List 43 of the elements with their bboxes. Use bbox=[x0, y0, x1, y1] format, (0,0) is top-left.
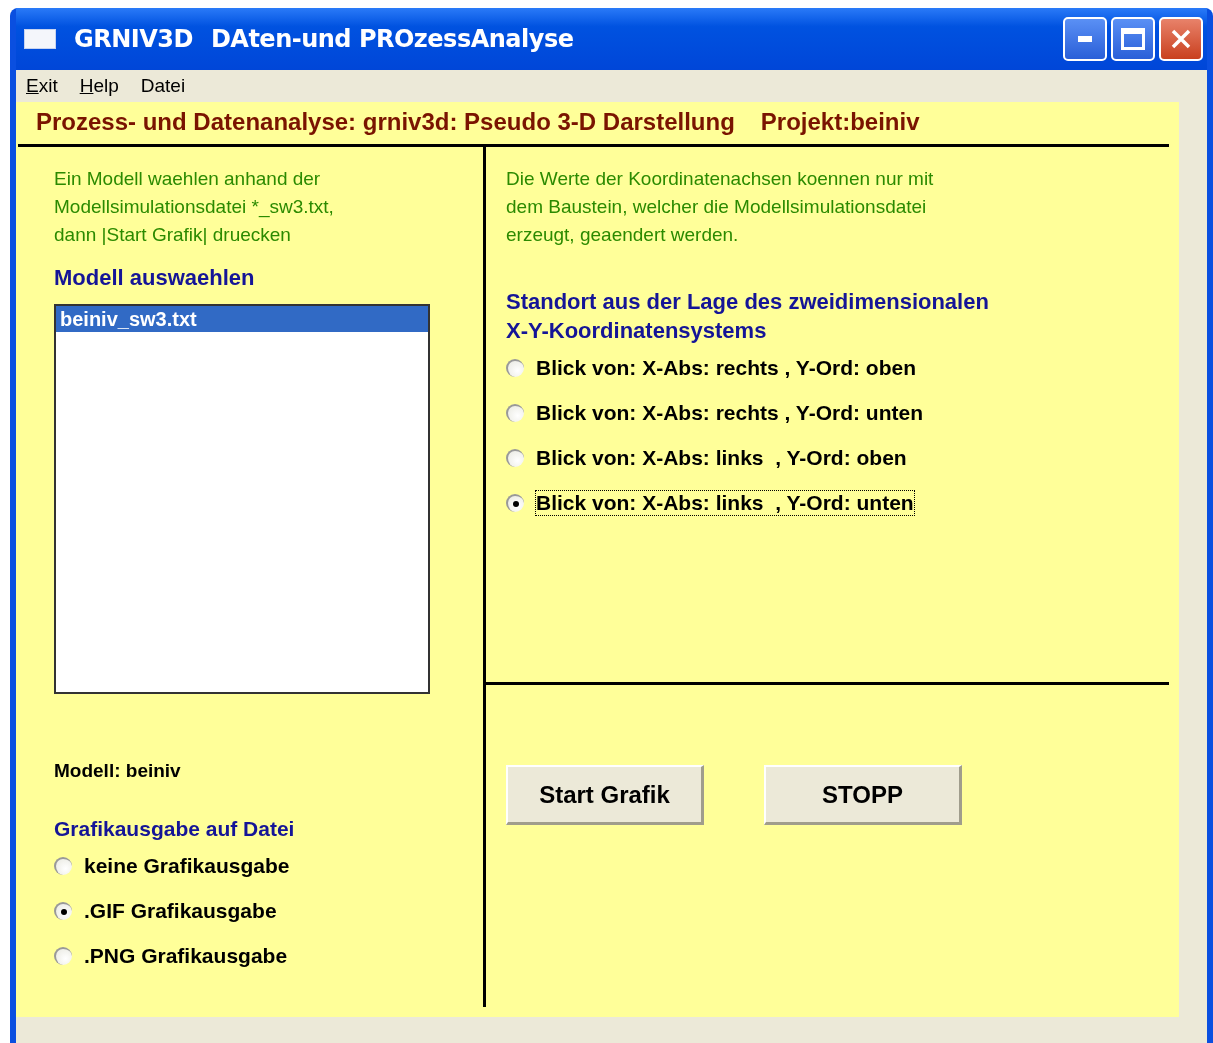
section-heading: Modell auswaehlen bbox=[54, 264, 256, 292]
app-icon bbox=[24, 29, 56, 49]
section-heading: Grafikausgabe auf Datei bbox=[54, 816, 296, 842]
radio-label[interactable]: .PNG Grafikausgabe bbox=[84, 943, 288, 968]
radio-label[interactable]: Blick von: X-Abs: rechts , Y-Ord: unten bbox=[536, 400, 923, 425]
menu-item[interactable]: Datei bbox=[140, 75, 186, 97]
project-label: Projekt:beiniv bbox=[760, 108, 920, 137]
radio-label[interactable]: keine Grafikausgabe bbox=[84, 853, 290, 878]
note-text: Die Werte der Koordinatenachsen koennen nur mit bbox=[506, 167, 935, 191]
minimize-button[interactable] bbox=[1063, 17, 1107, 61]
instruction-text: Ein Modell waehlen anhand der bbox=[54, 167, 322, 191]
close-button[interactable] bbox=[1159, 17, 1203, 61]
minimize-icon bbox=[1078, 36, 1092, 42]
model-info: Modell: beiniv bbox=[54, 760, 182, 782]
instruction-text: Modellsimulationsdatei *_sw3.txt, bbox=[54, 195, 335, 220]
header-title: Prozess- und Datenanalyse: grniv3d: Pseudo 3-D Darstellung bbox=[36, 108, 735, 137]
menu-item[interactable]: Help bbox=[79, 75, 119, 97]
list-item[interactable]: beiniv_sw3.txt bbox=[56, 306, 428, 332]
radio-label[interactable]: Blick von: X-Abs: rechts , Y-Ord: oben bbox=[536, 355, 916, 380]
note-text: erzeugt, geaendert werden. bbox=[506, 223, 740, 247]
maximize-icon bbox=[1121, 28, 1145, 50]
radio-label[interactable]: Blick von: X-Abs: links , Y-Ord: unten bbox=[536, 490, 914, 515]
action-button[interactable]: Start Grafik bbox=[506, 765, 704, 825]
maximize-button[interactable] bbox=[1111, 17, 1155, 61]
close-icon bbox=[1170, 28, 1192, 50]
menu-item[interactable]: Exit bbox=[26, 75, 58, 97]
window-title: DAten-und PROzessAnalyse bbox=[210, 25, 575, 53]
radio-label[interactable]: Blick von: X-Abs: links , Y-Ord: oben bbox=[536, 445, 907, 470]
radio-button[interactable] bbox=[506, 358, 524, 377]
instruction-text: dann |Start Grafik| druecken bbox=[54, 223, 292, 247]
radio-button[interactable] bbox=[54, 901, 72, 920]
section-heading: Standort aus der Lage des zweidimensionalen bbox=[506, 288, 990, 316]
radio-button[interactable] bbox=[506, 493, 524, 512]
radio-button[interactable] bbox=[506, 448, 524, 467]
action-button[interactable]: STOPP bbox=[764, 765, 962, 825]
radio-button[interactable] bbox=[506, 403, 524, 422]
radio-button[interactable] bbox=[54, 946, 72, 965]
app-name: GRNIV3D bbox=[74, 25, 193, 53]
section-heading: X-Y-Koordinatensystems bbox=[506, 317, 768, 345]
model-list[interactable]: beiniv_sw3.txt bbox=[54, 304, 430, 694]
radio-label[interactable]: .GIF Grafikausgabe bbox=[84, 898, 277, 923]
note-text: dem Baustein, welcher die Modellsimulationsdatei bbox=[506, 195, 928, 219]
radio-button[interactable] bbox=[54, 856, 72, 875]
